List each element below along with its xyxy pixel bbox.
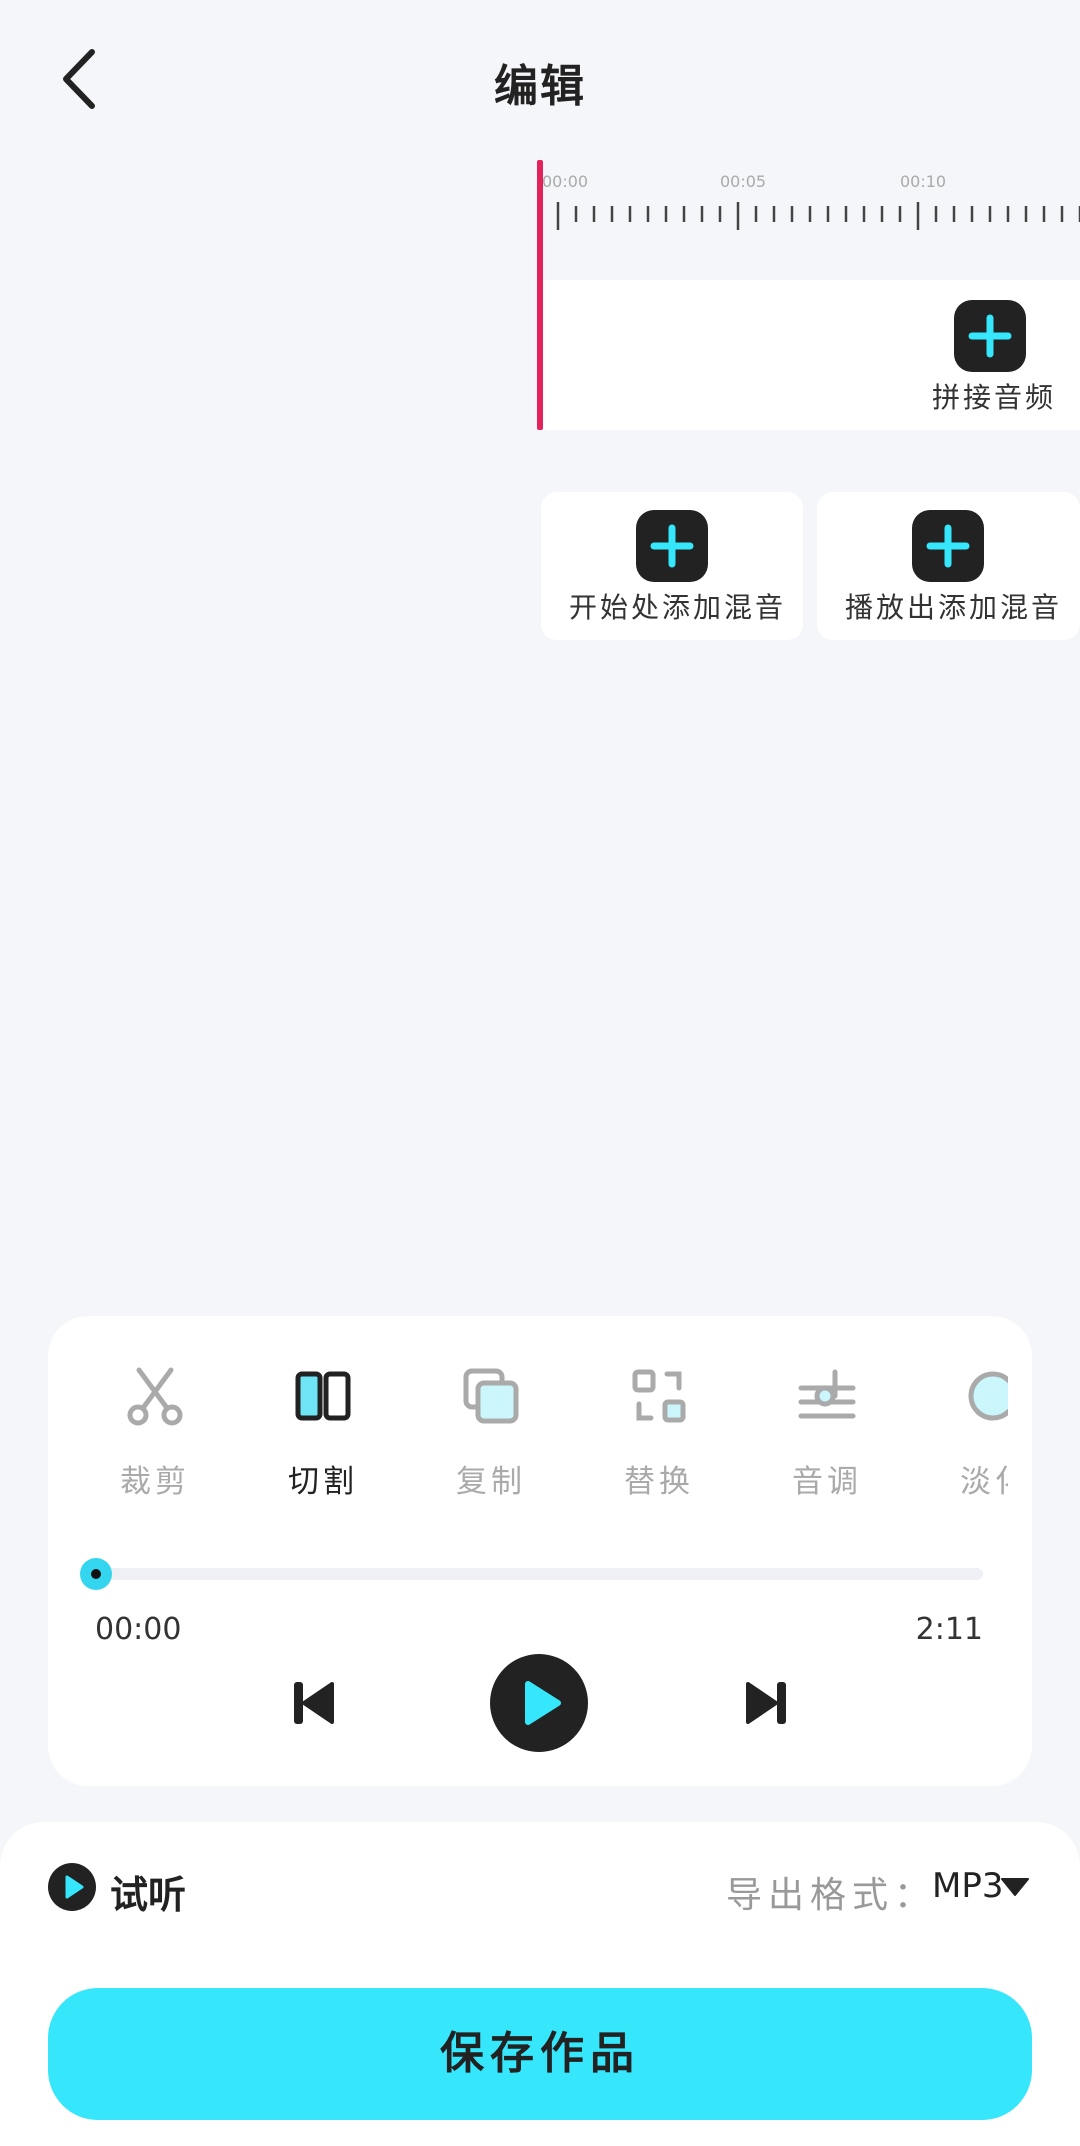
- tool-pitch[interactable]: 音调: [752, 1340, 902, 1510]
- mix-start-add-button[interactable]: [636, 510, 708, 582]
- plus-icon: [650, 524, 694, 568]
- page-title: 编辑: [494, 61, 586, 112]
- save-work-label: 保存作品: [440, 2029, 640, 2078]
- mix-start-label: 开始处添加混音: [569, 591, 787, 624]
- audio-track[interactable]: 拼接音频: [543, 280, 1080, 430]
- copy-icon: [463, 1368, 519, 1424]
- skip-next-icon: [746, 1682, 786, 1724]
- mix-playhead-add-button[interactable]: [912, 510, 984, 582]
- export-format-label: 导出格式：: [726, 1875, 937, 1916]
- tool-split[interactable]: 切割: [248, 1340, 398, 1510]
- tool-replace[interactable]: 替换: [584, 1340, 734, 1510]
- plus-icon: [968, 314, 1012, 358]
- tool-label: 复制: [456, 1464, 526, 1500]
- pitch-icon: [798, 1369, 856, 1419]
- plus-icon: [926, 524, 970, 568]
- play-circle-icon: [65, 1875, 84, 1899]
- playhead[interactable]: [537, 160, 543, 430]
- tool-bar[interactable]: 裁剪 切割 复制 替换 音调 淡: [48, 1340, 1008, 1510]
- save-work-button[interactable]: 保存作品: [48, 1988, 1032, 2120]
- append-audio-label: 拼接音频: [932, 381, 1057, 414]
- scissors-icon: [127, 1367, 183, 1426]
- tool-fade[interactable]: 淡化: [920, 1340, 1008, 1510]
- total-time: 2:11: [915, 1612, 983, 1647]
- play-button[interactable]: [490, 1654, 588, 1752]
- preview-label[interactable]: 试听: [110, 1864, 186, 1919]
- tool-label: 裁剪: [120, 1464, 190, 1500]
- tool-trim[interactable]: 裁剪: [80, 1340, 230, 1510]
- next-button[interactable]: [742, 1678, 790, 1728]
- fade-icon: [968, 1371, 1008, 1421]
- timeline-ruler[interactable]: 00:00 00:05 00:10: [540, 160, 1080, 230]
- tool-label: 替换: [624, 1464, 694, 1500]
- split-icon: [295, 1371, 351, 1421]
- tool-label: 音调: [792, 1464, 862, 1500]
- preview-button[interactable]: [48, 1863, 96, 1911]
- mix-start-card[interactable]: 开始处添加混音: [541, 492, 803, 640]
- tool-label: 淡化: [960, 1464, 1008, 1500]
- progress-slider[interactable]: [95, 1568, 983, 1580]
- previous-button[interactable]: [290, 1678, 338, 1728]
- slider-knob[interactable]: [80, 1558, 112, 1590]
- mix-playhead-label: 播放出添加混音: [845, 591, 1063, 624]
- tool-copy[interactable]: 复制: [416, 1340, 566, 1510]
- export-format-select[interactable]: MP3: [932, 1866, 1003, 1906]
- mix-playhead-card[interactable]: 播放出添加混音: [817, 492, 1080, 640]
- current-time: 00:00: [95, 1612, 182, 1647]
- tool-label: 切割: [288, 1464, 358, 1500]
- ruler-ticks: [556, 202, 1080, 230]
- replace-icon: [632, 1369, 686, 1423]
- caret-down-icon[interactable]: [1000, 1876, 1030, 1898]
- append-audio-button[interactable]: [954, 300, 1026, 372]
- skip-previous-icon: [294, 1682, 334, 1724]
- play-icon: [525, 1681, 561, 1725]
